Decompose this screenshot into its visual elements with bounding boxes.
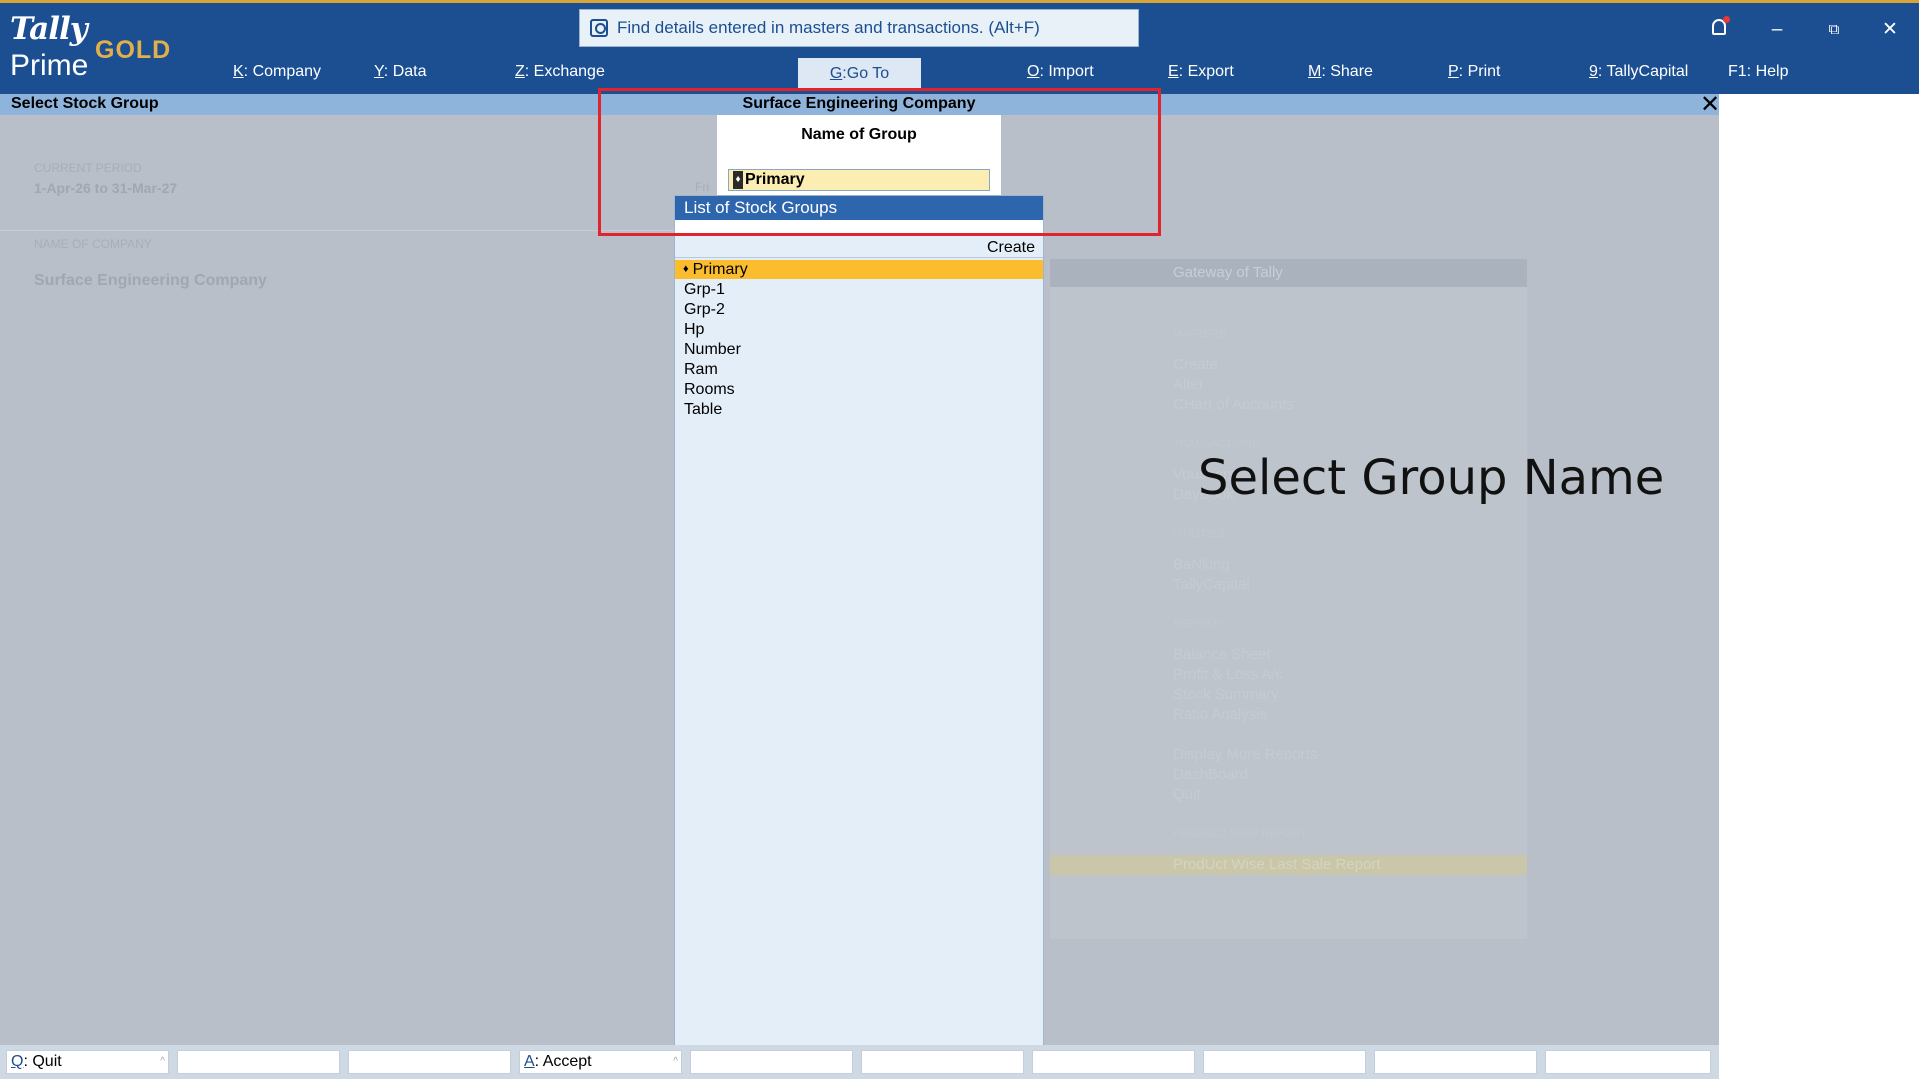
right-button-panel [1719, 94, 1919, 1045]
search-placeholder: Find details entered in masters and tran… [617, 18, 1040, 37]
list-divider [675, 257, 1043, 258]
menu-tallycapital[interactable]: 9: TallyCapital [1589, 63, 1688, 81]
gateway-item: Alter [1173, 376, 1204, 393]
gateway-item: Profit & Loss A/c [1173, 666, 1284, 683]
gateway-title: Gateway of Tally [1173, 264, 1283, 281]
current-period-value: 1-Apr-26 to 31-Mar-27 [34, 180, 178, 196]
gateway-item: BaNking [1173, 556, 1230, 573]
quit-button[interactable]: Q: Quit ^ [6, 1050, 169, 1074]
menu-exchange[interactable]: Z: Exchange [515, 63, 605, 81]
gateway-item: CHart of Accounts [1173, 396, 1294, 413]
minimize-icon[interactable]: – [1763, 17, 1791, 43]
gateway-section-heading: PRODUCT WISE REPORT [1173, 828, 1308, 840]
notification-bell-icon[interactable] [1712, 16, 1730, 35]
search-icon [590, 19, 608, 37]
restore-icon[interactable]: ⧉ [1820, 17, 1848, 43]
menu-help[interactable]: F1: Help [1728, 63, 1788, 81]
highlight-box [598, 88, 1161, 236]
gateway-section-heading: MASTERS [1173, 328, 1227, 340]
right-panel-bottom [1719, 1045, 1919, 1079]
name-of-company-label: NAME OF COMPANY [34, 237, 152, 251]
gateway-selected-row: ProdUct Wise Last Sale Report [1050, 855, 1527, 875]
bottom-slot-empty [1374, 1050, 1537, 1074]
close-window-icon[interactable]: ✕ [1876, 17, 1904, 43]
divider [0, 230, 700, 231]
close-screen-icon[interactable]: ✕ [1700, 93, 1720, 117]
gateway-item: Ratio Analysis [1173, 706, 1268, 723]
top-bar: Tally Prime GOLD Find details entered in… [0, 0, 1919, 94]
list-item[interactable]: Table [675, 400, 1043, 419]
list-item[interactable]: Rooms [675, 380, 1043, 399]
bottom-slot-empty [690, 1050, 853, 1074]
gateway-title-bar: Gateway of Tally [1050, 259, 1527, 287]
menu-print[interactable]: P: Print [1448, 63, 1500, 81]
create-option[interactable]: Create [987, 239, 1035, 257]
list-item[interactable]: Grp-2 [675, 300, 1043, 319]
logo-prime: Prime [10, 49, 89, 82]
logo-edition: GOLD [95, 36, 172, 64]
gateway-item: DashBoard [1173, 766, 1249, 783]
menu-goto[interactable]: G: Go To [798, 58, 921, 90]
overlay-caption: Select Group Name [1198, 450, 1665, 506]
gateway-item: Balance Sheet [1173, 646, 1271, 663]
company-name: Surface Engineering Company [34, 272, 267, 289]
list-item[interactable]: Number [675, 340, 1043, 359]
bottom-button-bar: Q: Quit ^ A: Accept ^ [0, 1045, 1719, 1079]
accept-button[interactable]: A: Accept ^ [519, 1050, 682, 1074]
selected-marker-icon: ♦ [683, 263, 689, 275]
list-item[interactable]: Ram [675, 360, 1043, 379]
search-box[interactable]: Find details entered in masters and tran… [579, 9, 1139, 47]
gateway-item: TallyCapital [1173, 576, 1250, 593]
bottom-slot-empty [1032, 1050, 1195, 1074]
list-item-selected[interactable]: ♦ Primary [675, 260, 1043, 279]
gateway-section-heading: UTILITIES [1173, 528, 1225, 540]
menu-export[interactable]: E: Export [1168, 63, 1234, 81]
list-item[interactable]: Grp-1 [675, 280, 1043, 299]
menu-share[interactable]: M: Share [1308, 63, 1373, 81]
gateway-item: Stock Summary [1173, 686, 1279, 703]
gateway-item: ProdUct Wise Last Sale Report [1173, 856, 1381, 873]
gateway-section-heading: REPORTS [1173, 618, 1226, 630]
list-item[interactable]: Hp [675, 320, 1043, 339]
current-period-label: CURRENT PERIOD [34, 161, 142, 175]
bottom-slot-empty [177, 1050, 340, 1074]
bottom-slot-empty [348, 1050, 511, 1074]
bottom-slot-empty [1545, 1050, 1711, 1074]
gateway-item: Display More Reports [1173, 746, 1318, 763]
menu-company[interactable]: K: Company [233, 63, 321, 81]
stock-group-list: List of Stock Groups Create ♦ Primary Grp… [674, 195, 1044, 1047]
bottom-slot-empty [1203, 1050, 1366, 1074]
screen-title: Select Stock Group [11, 95, 159, 112]
bottom-slot-empty [861, 1050, 1024, 1074]
gateway-item: Quit [1173, 786, 1201, 803]
gateway-of-tally-panel: Gateway of Tally MASTERS Create Alter CH… [1050, 259, 1527, 939]
menu-data[interactable]: Y: Data [374, 63, 426, 81]
gateway-section-heading: TRANSACTIONS [1173, 438, 1260, 450]
logo-tally: Tally [10, 11, 88, 47]
gateway-item: Create [1173, 356, 1219, 373]
menu-import[interactable]: O: Import [1027, 63, 1094, 81]
